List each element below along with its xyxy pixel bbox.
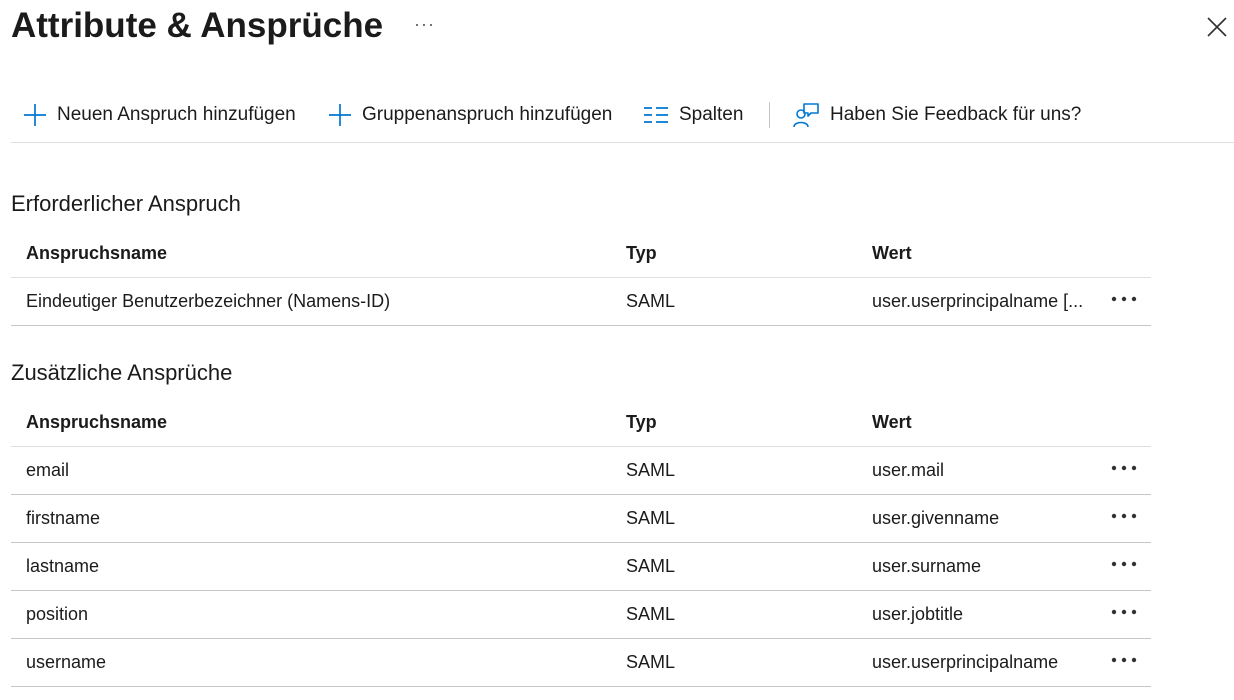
table-row[interactable]: position SAML user.jobtitle: [11, 591, 1151, 639]
more-dots-icon: [1111, 561, 1137, 566]
grid-header-row: Anspruchsname Typ Wert: [11, 398, 1151, 447]
column-header-name[interactable]: Anspruchsname: [26, 398, 167, 446]
column-header-name[interactable]: Anspruchsname: [26, 229, 167, 277]
row-more-button[interactable]: [1109, 540, 1139, 587]
toolbar-divider: [769, 102, 770, 128]
feedback-person-icon: [793, 103, 819, 128]
page-title: Attribute & Ansprüche: [11, 6, 384, 45]
claim-type: SAML: [626, 652, 676, 672]
column-header-value[interactable]: Wert: [872, 229, 912, 277]
close-icon: [1207, 17, 1227, 37]
table-row[interactable]: username SAML user.userprincipalname: [11, 639, 1151, 687]
row-more-button[interactable]: [1109, 444, 1139, 491]
table-row[interactable]: firstname SAML user.givenname: [11, 495, 1151, 543]
row-more-button[interactable]: [1109, 636, 1139, 683]
column-header-value[interactable]: Wert: [872, 398, 912, 446]
columns-icon: [644, 107, 668, 123]
row-more-button[interactable]: [1109, 588, 1139, 635]
plus-icon: [329, 104, 351, 126]
row-more-button[interactable]: [1109, 275, 1139, 322]
claim-name: email: [26, 460, 70, 480]
add-claim-button[interactable]: Neuen Anspruch hinzufügen: [23, 100, 296, 130]
column-header-type[interactable]: Typ: [626, 398, 657, 446]
column-header-type[interactable]: Typ: [626, 229, 657, 277]
additional-claims-section-title: Zusätzliche Ansprüche: [11, 360, 233, 385]
additional-claims-grid: Anspruchsname Typ Wert email SAML user.m…: [11, 398, 1151, 687]
claim-type: SAML: [626, 604, 676, 624]
feedback-label: Haben Sie Feedback für uns?: [830, 104, 1082, 125]
claim-name: firstname: [26, 508, 101, 528]
required-claim-section-title: Erforderlicher Anspruch: [11, 191, 241, 216]
more-dots-icon: [1111, 465, 1137, 470]
claim-type: SAML: [626, 291, 676, 311]
claim-name: position: [26, 604, 89, 624]
claim-value: user.mail: [872, 460, 945, 480]
close-button[interactable]: [1204, 14, 1230, 40]
feedback-button[interactable]: Haben Sie Feedback für uns?: [792, 100, 1081, 130]
add-group-claim-label: Gruppenanspruch hinzufügen: [362, 104, 613, 125]
command-bar: Neuen Anspruch hinzufügen Gruppenanspruc…: [11, 94, 1234, 143]
table-row[interactable]: lastname SAML user.surname: [11, 543, 1151, 591]
claim-name: username: [26, 652, 107, 672]
claim-value: user.jobtitle: [872, 604, 964, 624]
required-claims-grid: Anspruchsname Typ Wert Eindeutiger Benut…: [11, 229, 1151, 326]
more-dots-icon: [1111, 513, 1137, 518]
title-more-button[interactable]: ···: [414, 14, 435, 35]
table-row[interactable]: Eindeutiger Benutzerbezeichner (Namens-I…: [11, 278, 1151, 326]
add-group-claim-button[interactable]: Gruppenanspruch hinzufügen: [328, 100, 612, 130]
claim-name: lastname: [26, 556, 100, 576]
grid-header-row: Anspruchsname Typ Wert: [11, 229, 1151, 278]
claim-value: user.userprincipalname [...: [872, 291, 1084, 311]
claim-value: user.givenname: [872, 508, 1000, 528]
more-dots-icon: [1111, 609, 1137, 614]
claim-type: SAML: [626, 460, 676, 480]
claim-name: Eindeutiger Benutzerbezeichner (Namens-I…: [26, 291, 391, 311]
more-dots-icon: [1111, 657, 1137, 662]
more-dots-icon: [1111, 296, 1137, 301]
add-claim-label: Neuen Anspruch hinzufügen: [57, 104, 296, 125]
table-row[interactable]: email SAML user.mail: [11, 447, 1151, 495]
row-more-button[interactable]: [1109, 492, 1139, 539]
claim-value: user.surname: [872, 556, 982, 576]
claim-value: user.userprincipalname: [872, 652, 1059, 672]
columns-label: Spalten: [679, 104, 744, 125]
plus-icon: [24, 104, 46, 126]
claim-type: SAML: [626, 556, 676, 576]
claim-type: SAML: [626, 508, 676, 528]
columns-button[interactable]: Spalten: [643, 100, 743, 130]
